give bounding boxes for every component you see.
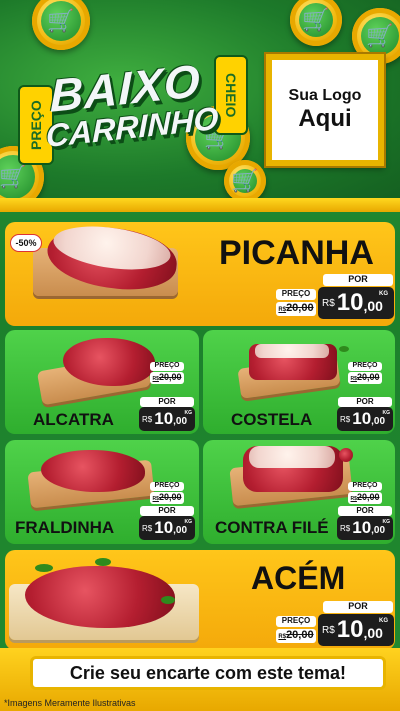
herb-garnish — [95, 558, 111, 566]
current-price: R$ 10 ,00 KG — [337, 516, 393, 540]
current-price: R$ 10 ,00 KG — [318, 287, 394, 319]
disclaimer-text: *Imagens Meramente Ilustrativas — [4, 698, 136, 708]
herb-garnish — [35, 564, 53, 572]
price-decimal: ,00 — [371, 415, 386, 427]
old-price: R$20,00 — [150, 492, 184, 504]
por-label: POR — [140, 397, 194, 407]
unit: KG — [379, 291, 388, 297]
price-integer: 10 — [154, 409, 174, 428]
cart-coin: 🛒 — [32, 0, 90, 50]
current-price: R$ 10 ,00 KG — [139, 407, 195, 431]
shopping-cart-icon: 🛒 — [302, 7, 330, 32]
preco-label: PREÇO — [348, 482, 382, 491]
currency: R$ — [340, 523, 351, 533]
unit: KG — [382, 410, 391, 416]
por-label: POR — [323, 601, 393, 613]
por-label: POR — [323, 274, 393, 286]
preco-label: PREÇO — [276, 616, 316, 627]
unit: KG — [382, 519, 391, 525]
cta-banner[interactable]: Crie seu encarte com este tema! — [30, 656, 386, 690]
currency: R$ — [142, 414, 153, 424]
herb-garnish — [161, 596, 175, 604]
por-label: POR — [338, 506, 392, 516]
product-name: ALCATRA — [33, 410, 114, 429]
header-divider — [0, 198, 400, 212]
current-price: R$ 10 ,00 KG — [139, 516, 195, 540]
currency: R$ — [322, 297, 335, 309]
por-label: POR — [140, 506, 194, 516]
herb-garnish — [339, 346, 349, 352]
header-banner: 🛒 🛒 🛒 🛒 🛒 🛒 PREÇO CHEIO BAIXO CARRINHO S… — [0, 0, 400, 205]
logo-line-2: Aqui — [298, 105, 352, 132]
current-price: R$ 10 ,00 KG — [337, 407, 393, 431]
currency: R$ — [142, 523, 153, 533]
price-decimal: ,00 — [363, 625, 383, 641]
discount-badge: -50% — [10, 234, 42, 252]
product-name: PICANHA — [219, 234, 374, 272]
logo-placeholder: Sua Logo Aqui — [266, 54, 384, 166]
unit: KG — [184, 519, 193, 525]
fat-layer — [249, 446, 335, 468]
preco-label: PREÇO — [150, 482, 184, 491]
cart-coin: 🛒 — [290, 0, 342, 46]
price-integer: 10 — [352, 518, 372, 537]
current-price: R$ 10 ,00 KG — [318, 614, 394, 646]
price-integer: 10 — [352, 409, 372, 428]
price-decimal: ,00 — [363, 298, 383, 314]
old-price: R$20,00 — [348, 492, 382, 504]
promo-title: PREÇO CHEIO BAIXO CARRINHO — [18, 54, 248, 170]
flyer-page: 🛒 🛒 🛒 🛒 🛒 🛒 PREÇO CHEIO BAIXO CARRINHO S… — [0, 0, 400, 711]
unit: KG — [379, 618, 388, 624]
price-decimal: ,00 — [173, 415, 188, 427]
unit: KG — [184, 410, 193, 416]
old-price: R$20,00 — [276, 302, 316, 316]
old-price: R$20,00 — [276, 629, 316, 643]
product-name: FRALDINHA — [15, 518, 115, 537]
logo-line-1: Sua Logo — [288, 87, 362, 104]
old-price: R$20,00 — [348, 372, 382, 384]
price-integer: 10 — [154, 518, 174, 537]
currency: R$ — [322, 624, 335, 636]
product-name: COSTELA — [231, 410, 313, 429]
currency: R$ — [340, 414, 351, 424]
price-integer: 10 — [336, 616, 364, 643]
product-name: ACÉM — [251, 560, 346, 596]
price-integer: 10 — [336, 289, 364, 316]
product-name: CONTRA FILÉ — [215, 518, 329, 537]
preco-label: PREÇO — [150, 362, 184, 371]
cheio-side-tag: CHEIO — [214, 55, 248, 135]
price-decimal: ,00 — [371, 524, 386, 536]
preco-label: PREÇO — [348, 362, 382, 371]
preco-label: PREÇO — [276, 289, 316, 300]
price-decimal: ,00 — [173, 524, 188, 536]
fat-layer — [255, 344, 329, 358]
old-price: R$20,00 — [150, 372, 184, 384]
onion-garnish — [339, 448, 353, 462]
shopping-cart-icon: 🛒 — [47, 8, 75, 33]
por-label: POR — [338, 397, 392, 407]
